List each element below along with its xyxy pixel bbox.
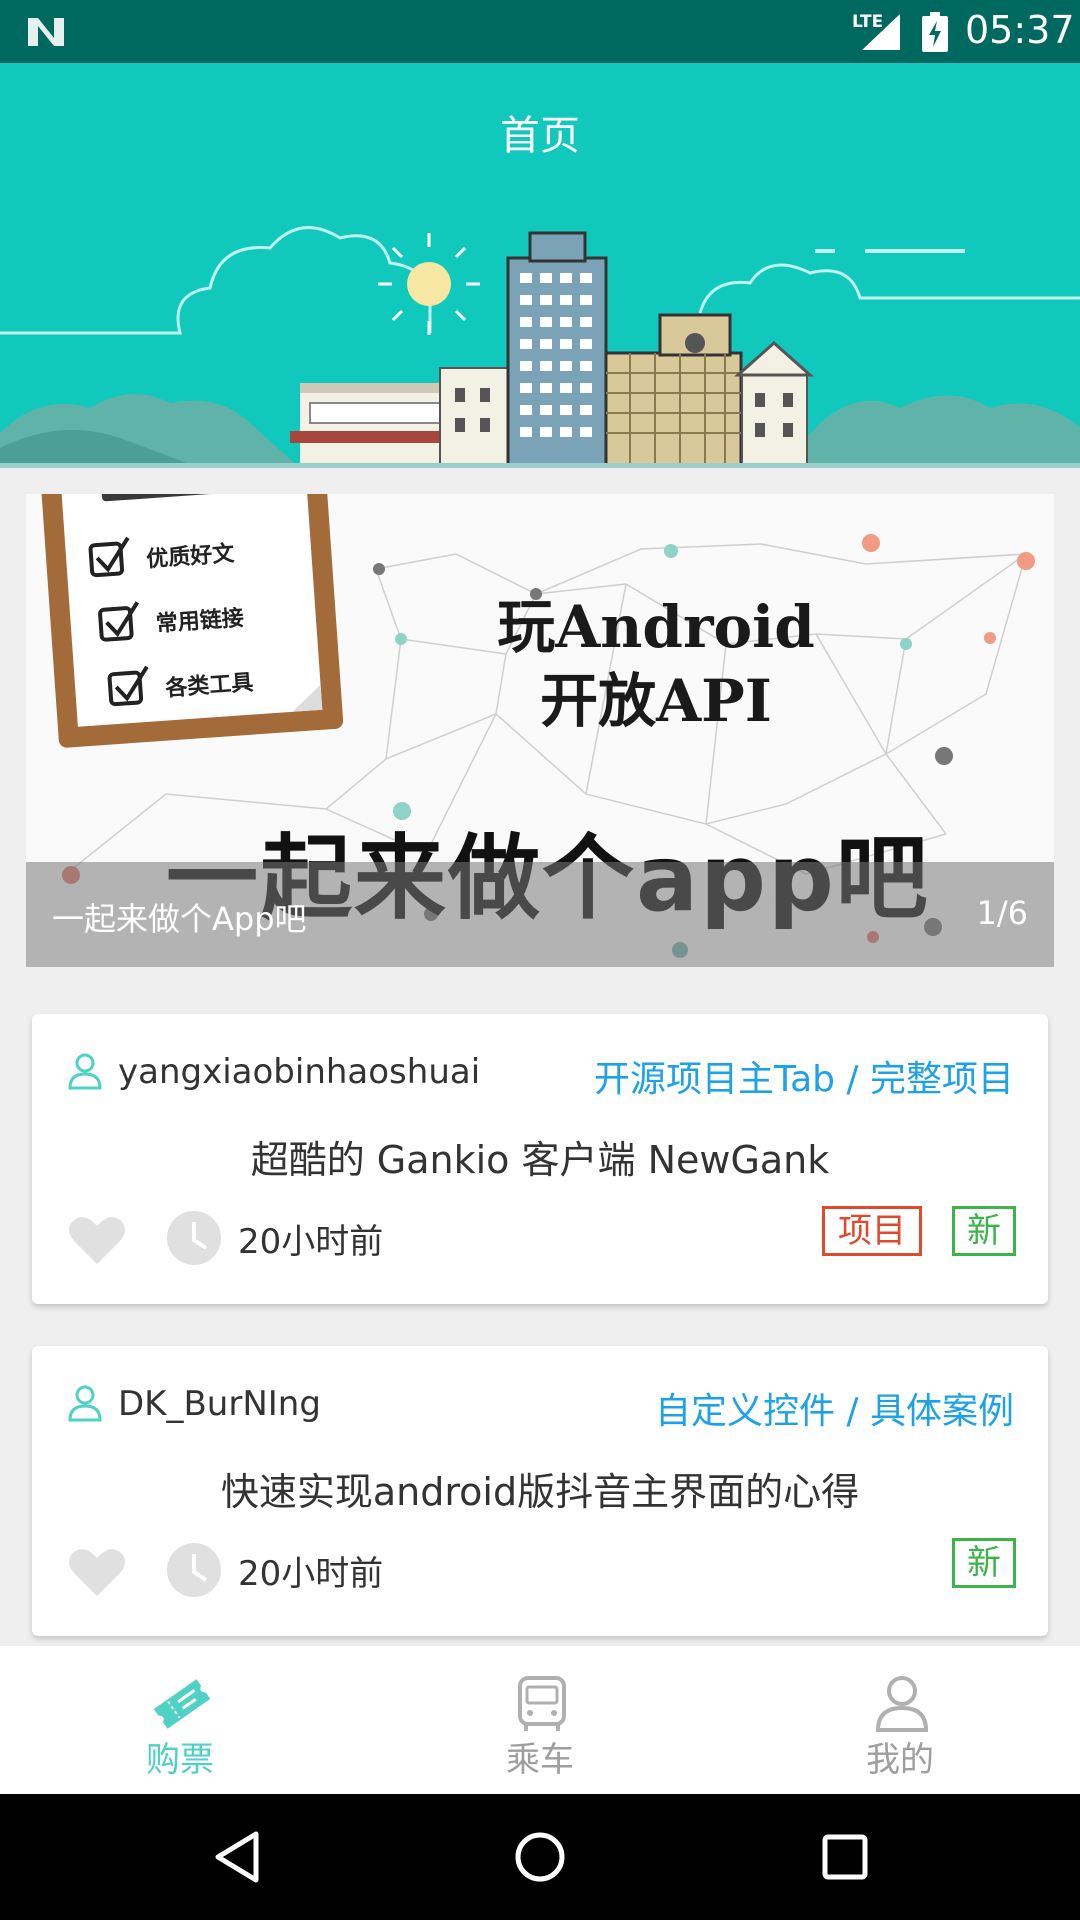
tab-mine[interactable]: 我的: [720, 1646, 1080, 1794]
banner-carousel[interactable]: 优质好文 常用链接 各类工具 玩Android 开放API 一起来做个app吧 …: [26, 494, 1054, 967]
tag-project: 项目: [822, 1206, 922, 1256]
status-clock: 05:37: [965, 8, 1075, 52]
recents-icon[interactable]: [820, 1830, 870, 1884]
article-title[interactable]: 超酷的 Gankio 客户端 NewGank: [32, 1129, 1048, 1184]
user-icon: [68, 1385, 102, 1422]
clock-icon: [167, 1211, 221, 1265]
tab-buy-ticket[interactable]: 购票: [0, 1646, 360, 1794]
article-card[interactable]: yangxiaobinhaoshuai 开源项目主Tab / 完整项目 超酷的 …: [32, 1014, 1048, 1304]
signal-icon: [862, 14, 900, 50]
article-card[interactable]: DK_BurNIng 自定义控件 / 具体案例 快速实现android版抖音主界…: [32, 1346, 1048, 1636]
tab-ride[interactable]: 乘车: [360, 1646, 720, 1794]
home-icon[interactable]: [514, 1830, 566, 1884]
person-icon: [875, 1676, 929, 1732]
article-author[interactable]: yangxiaobinhaoshuai: [118, 1052, 480, 1092]
article-time: 20小时前: [238, 1222, 384, 1262]
banner-page-indicator: 1/6: [976, 894, 1029, 932]
tab-label: 乘车: [506, 1740, 574, 1780]
tab-label: 购票: [146, 1740, 214, 1780]
clock-icon: [167, 1543, 221, 1597]
back-icon[interactable]: [212, 1830, 262, 1884]
tag-new: 新: [952, 1538, 1016, 1588]
article-author[interactable]: DK_BurNIng: [118, 1384, 321, 1424]
article-title[interactable]: 快速实现android版抖音主界面的心得: [32, 1461, 1048, 1516]
heart-icon[interactable]: [68, 1546, 126, 1598]
system-navigation-bar: [0, 1794, 1080, 1920]
user-icon: [68, 1053, 102, 1090]
clipboard-illustration: 优质好文 常用链接 各类工具: [41, 494, 344, 748]
tab-label: 我的: [866, 1740, 934, 1780]
banner-caption: 一起来做个App吧: [52, 900, 307, 938]
home-header: 首页: [0, 63, 1080, 468]
article-category-link[interactable]: 开源项目主Tab / 完整项目: [594, 1050, 1014, 1102]
status-bar: LTE 05:37: [0, 0, 1080, 63]
android-n-logo-icon: [28, 18, 64, 46]
article-category-link[interactable]: 自定义控件 / 具体案例: [655, 1382, 1014, 1434]
page-title: 首页: [500, 113, 580, 159]
tag-new: 新: [952, 1206, 1016, 1256]
bus-icon: [518, 1676, 566, 1731]
article-time: 20小时前: [238, 1554, 384, 1594]
banner-headline-line2: 开放API: [540, 667, 772, 735]
bottom-tab-bar: 购票 乘车 我的: [0, 1646, 1080, 1794]
heart-icon[interactable]: [68, 1214, 126, 1266]
battery-charging-icon: [922, 12, 948, 52]
banner-headline-line1: 玩Android: [497, 593, 815, 661]
ticket-icon: [153, 1679, 211, 1729]
